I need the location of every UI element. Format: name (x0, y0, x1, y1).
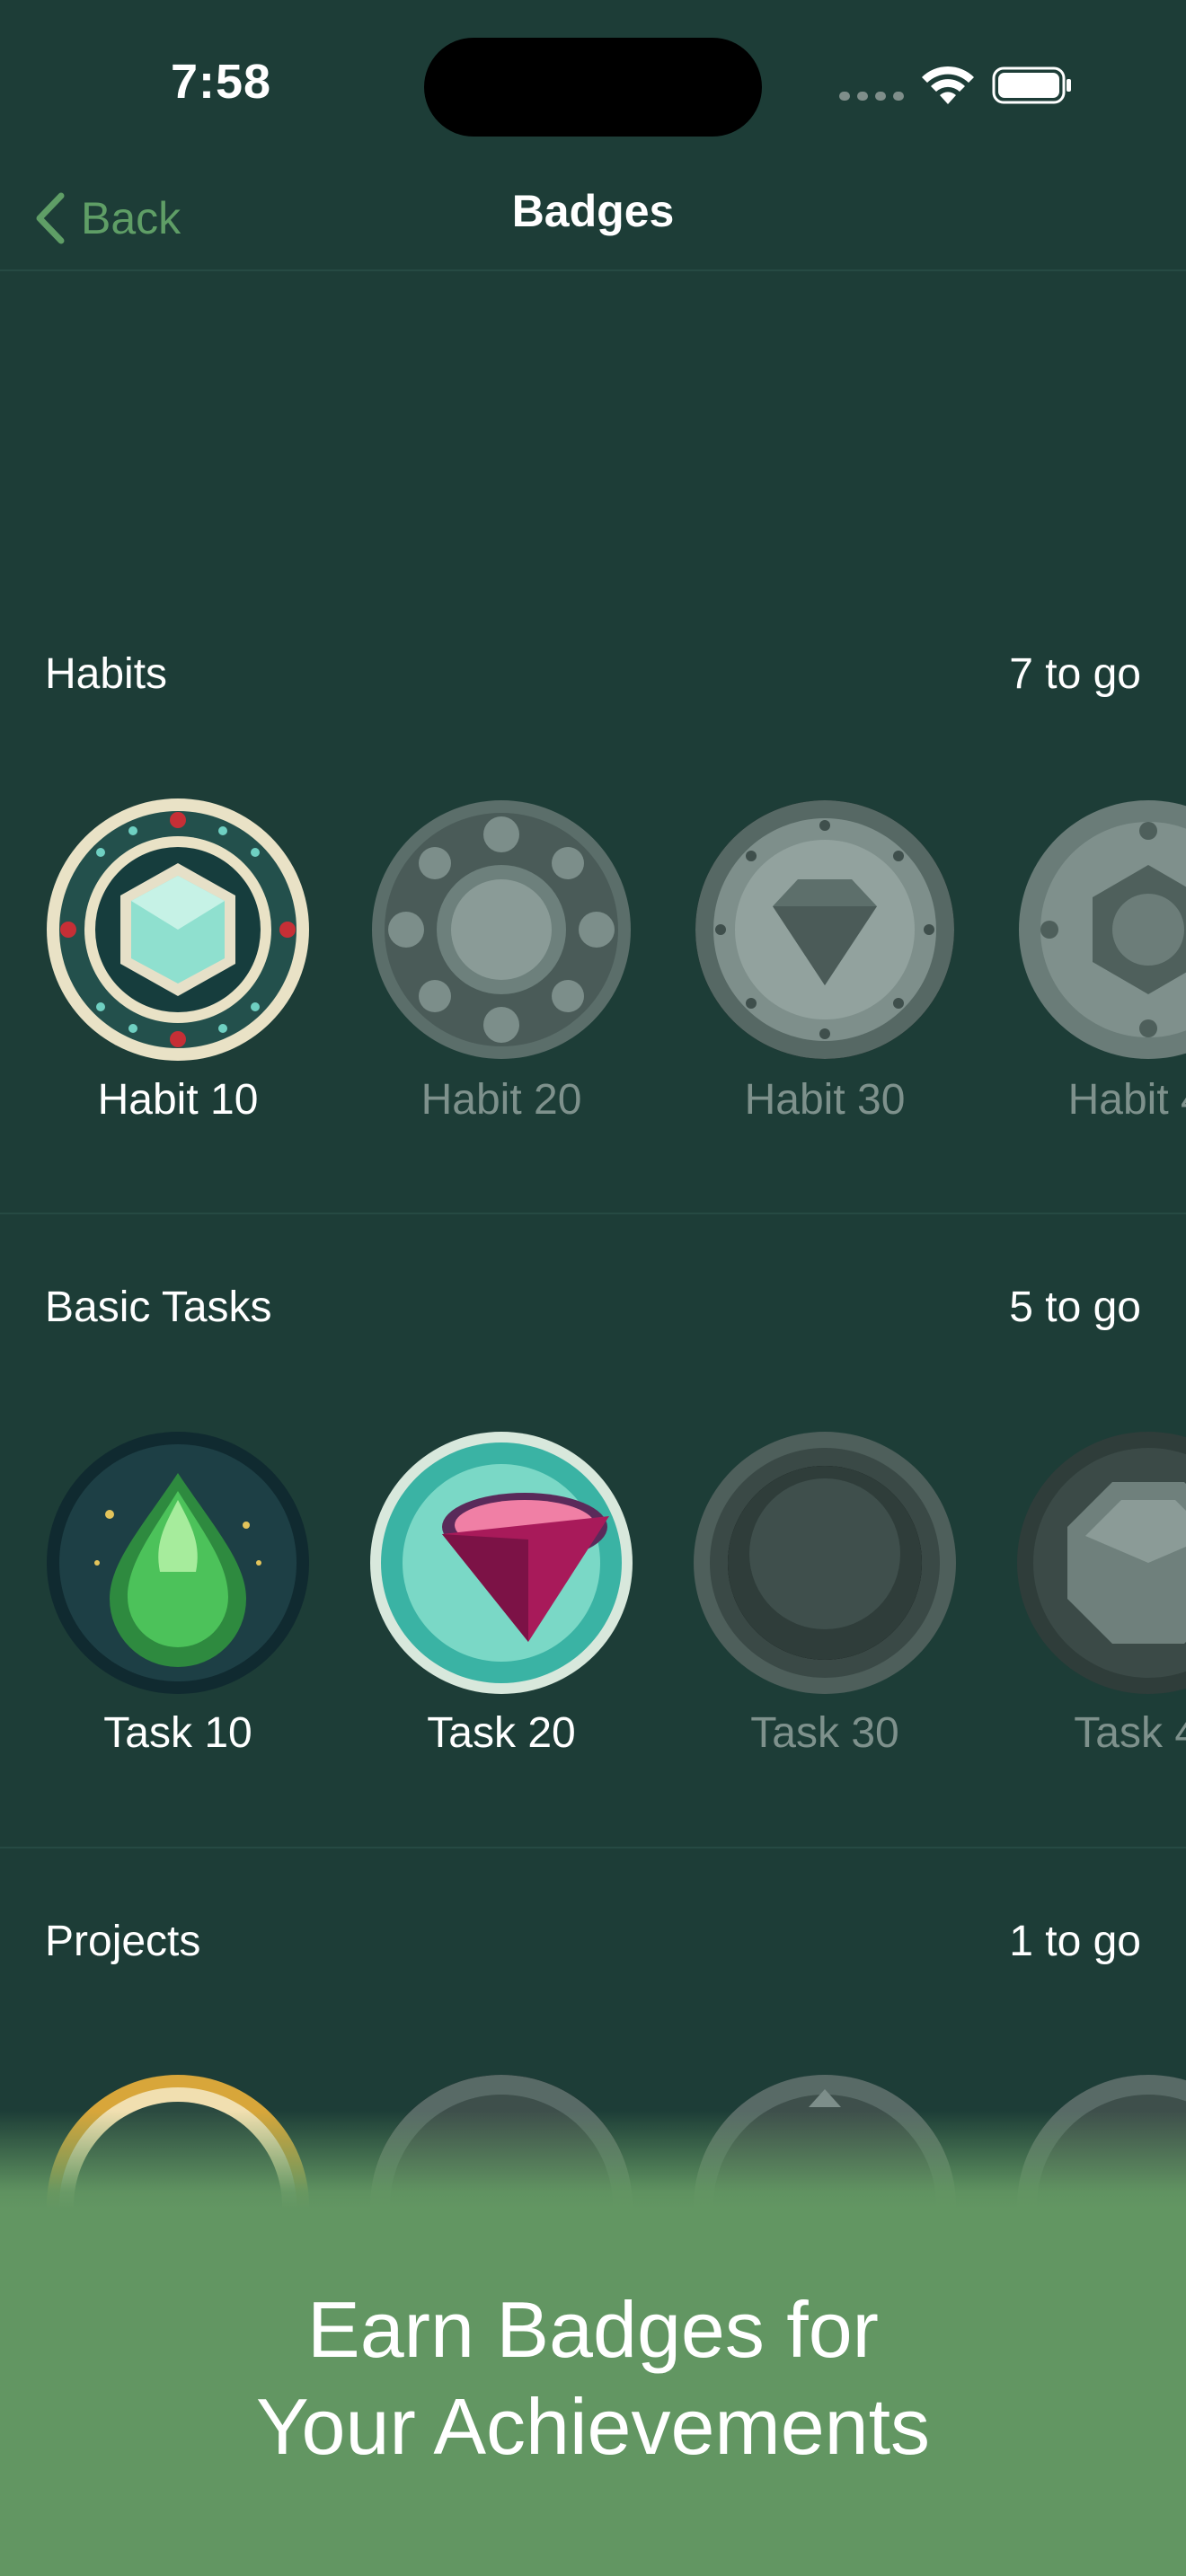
studded-round-gem-badge-icon (372, 800, 631, 1059)
pink-gem-badge-icon (370, 1432, 633, 1694)
badge-row: Habit 10 Habit 20 Habit 30 Habit (0, 795, 1186, 1172)
battery-icon (992, 66, 1071, 104)
section-title: Basic Tasks (45, 1283, 272, 1331)
badge-habit-40[interactable]: Habit 40 (1013, 795, 1186, 1154)
promo-caption: Earn Badges for Your Achievements (0, 2281, 1186, 2475)
badge-label: Task 10 (103, 1709, 252, 1757)
badge-label: Habit 40 (1067, 1076, 1186, 1124)
page-title: Badges (511, 186, 675, 236)
dynamic-island (424, 38, 762, 137)
section-divider (0, 1213, 1186, 1214)
diamond-badge-icon (695, 800, 954, 1059)
wifi-icon (922, 66, 974, 104)
section-title: Habits (45, 649, 168, 698)
badge-label: Task 20 (427, 1709, 576, 1757)
badge-habit-10[interactable]: Habit 10 (43, 795, 313, 1154)
section-header: Habits 7 to go (45, 642, 1141, 705)
status-bar: 7:58 (0, 0, 1186, 171)
badge-task-10[interactable]: Task 10 (43, 1428, 313, 1787)
green-teardrop-gem-badge-icon (47, 1432, 309, 1694)
navigation-bar: Back Badges (0, 171, 1186, 271)
promo-line-1: Earn Badges for (307, 2285, 879, 2374)
section-remaining-count: 7 to go (1009, 649, 1141, 698)
badge-row: Task 10 Task 20 Task 30 Task (0, 1428, 1186, 1805)
section-remaining-count: 1 to go (1009, 1917, 1141, 1965)
badge-label: Habit 20 (420, 1076, 582, 1124)
octagon-gem-badge-icon (1017, 1432, 1186, 1694)
section-title: Projects (45, 1917, 201, 1965)
status-time: 7:58 (171, 55, 272, 109)
badge-task-40[interactable]: Task 40 (1013, 1428, 1186, 1787)
section-header: Basic Tasks 5 to go (45, 1275, 1141, 1338)
hexagon-gem-badge-icon (1019, 800, 1186, 1059)
badge-label: Habit 30 (744, 1076, 906, 1124)
section-divider (0, 1847, 1186, 1848)
badge-label: Task 40 (1074, 1709, 1186, 1757)
badge-habit-20[interactable]: Habit 20 (367, 795, 636, 1154)
badge-label: Habit 10 (97, 1076, 259, 1124)
round-gem-badge-icon (694, 1432, 956, 1694)
badge-habit-30[interactable]: Habit 30 (690, 795, 960, 1154)
badge-task-30[interactable]: Task 30 (690, 1428, 960, 1787)
badge-task-20[interactable]: Task 20 (367, 1428, 636, 1787)
section-header: Projects 1 to go (45, 1910, 1141, 1972)
teal-hexagon-gem-badge-icon (47, 798, 309, 1061)
cellular-signal-icon (839, 92, 904, 101)
promo-line-2: Your Achievements (255, 2382, 931, 2471)
section-remaining-count: 5 to go (1009, 1283, 1141, 1331)
badge-label: Task 30 (750, 1709, 899, 1757)
